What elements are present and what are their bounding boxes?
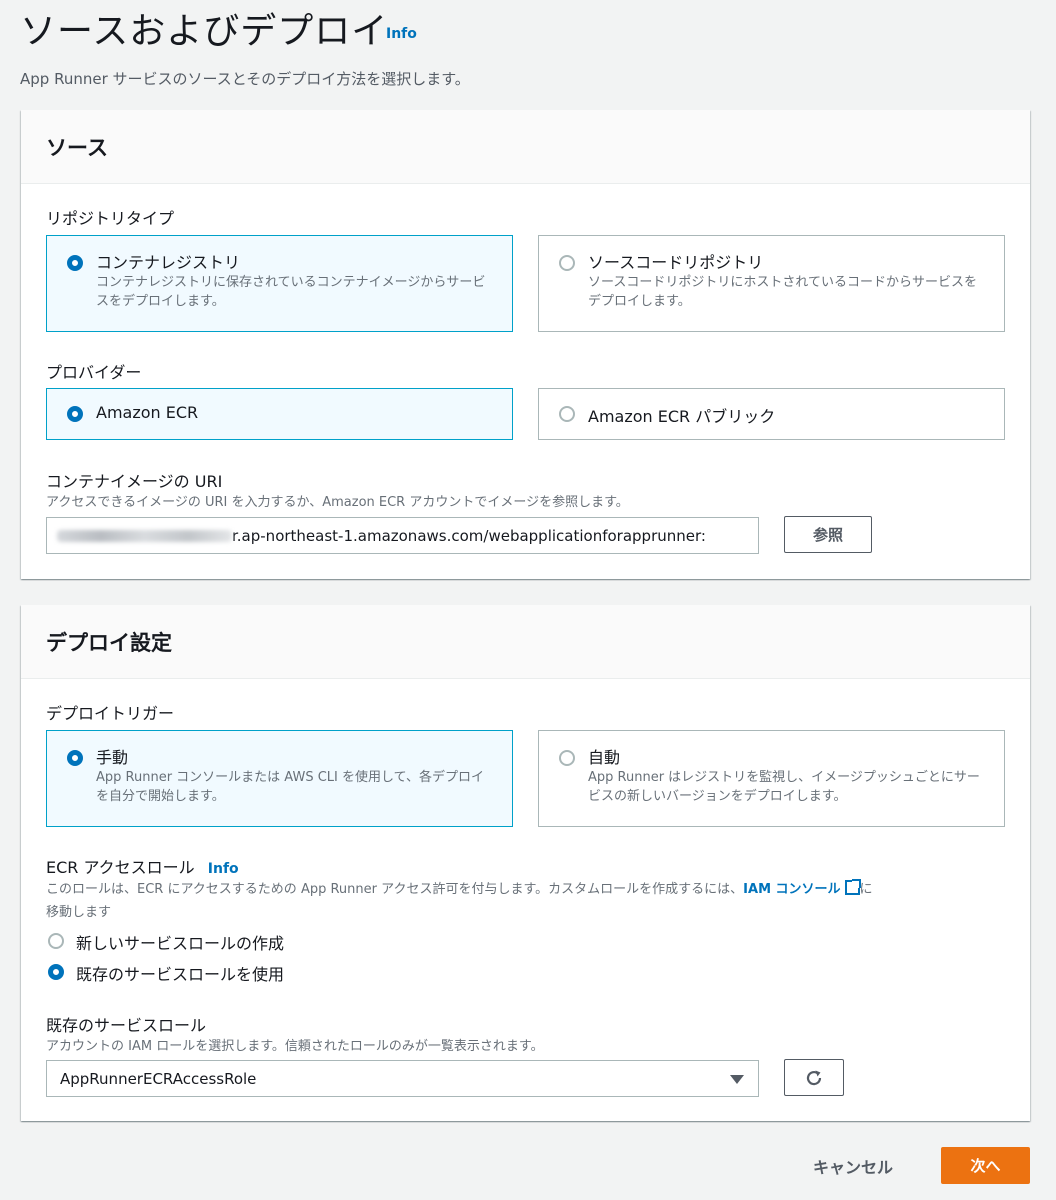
use-existing-role-radio[interactable] — [48, 964, 64, 980]
ecr-access-role-label: ECR アクセスロール Info — [46, 854, 239, 878]
page-description: App Runner サービスのソースとそのデプロイ方法を選択します。 — [20, 70, 470, 88]
existing-role-label: 既存のサービスロール — [46, 1016, 207, 1035]
manual-desc: App Runner コンソールまたは AWS CLI を使用して、各デプロイを… — [96, 770, 484, 804]
manual-radio[interactable] — [67, 750, 83, 766]
ecr-role-desc-suffix: に — [859, 882, 873, 897]
image-uri-input[interactable]: r.ap-northeast-1.amazonaws.com/webapplic… — [46, 517, 759, 554]
provider-label: プロバイダー — [46, 363, 142, 382]
source-code-title: ソースコードリポジトリ — [588, 253, 764, 272]
use-existing-role-option[interactable]: 既存のサービスロールを使用 — [46, 961, 446, 984]
image-uri-label: コンテナイメージの URI — [46, 472, 223, 491]
amazon-ecr-title: Amazon ECR — [96, 403, 199, 422]
redacted-account-id — [57, 529, 232, 542]
existing-role-desc: アカウントの IAM ロールを選択します。信頼されたロールのみが一覧表示されます… — [46, 1039, 544, 1054]
trigger-manual-tile[interactable]: 手動 App Runner コンソールまたは AWS CLI を使用して、各デプ… — [46, 730, 513, 827]
automatic-radio[interactable] — [559, 750, 575, 766]
create-new-role-label: 新しいサービスロールの作成 — [76, 934, 285, 953]
source-code-radio[interactable] — [559, 255, 575, 271]
deploy-settings-heading: デプロイ設定 — [21, 605, 1030, 679]
external-link-icon — [844, 879, 861, 895]
ecr-role-info-link[interactable]: Info — [208, 861, 239, 877]
dropdown-caret-icon — [730, 1075, 744, 1084]
manual-title: 手動 — [96, 748, 129, 767]
source-heading: ソース — [21, 110, 1030, 184]
page-title: ソースおよびデプロイ — [20, 11, 389, 52]
deploy-settings-panel: デプロイ設定 デプロイトリガー 手動 App Runner コンソールまたは A… — [21, 605, 1030, 1121]
source-code-desc: ソースコードリポジトリにホストされているコードからサービスをデプロイします。 — [588, 275, 977, 309]
source-panel: ソース リポジトリタイプ コンテナレジストリ コンテナレジストリに保存されている… — [21, 110, 1030, 579]
use-existing-role-label: 既存のサービスロールを使用 — [76, 965, 285, 984]
provider-amazon-ecr-public-tile[interactable]: Amazon ECR パブリック — [538, 388, 1005, 440]
iam-console-link-text: IAM コンソール — [743, 882, 841, 897]
browse-button[interactable]: 参照 — [784, 516, 872, 553]
provider-amazon-ecr-tile[interactable]: Amazon ECR — [46, 388, 513, 440]
image-uri-desc: アクセスできるイメージの URI を入力するか、Amazon ECR アカウント… — [46, 495, 629, 510]
automatic-title: 自動 — [588, 748, 621, 767]
image-uri-value: r.ap-northeast-1.amazonaws.com/webapplic… — [232, 526, 706, 545]
ecr-access-role-desc: このロールは、ECR にアクセスするための App Runner アクセス許可を… — [46, 878, 1006, 924]
repo-type-container-registry-tile[interactable]: コンテナレジストリ コンテナレジストリに保存されているコンテナイメージからサービ… — [46, 235, 513, 332]
amazon-ecr-public-title: Amazon ECR パブリック — [588, 407, 776, 426]
amazon-ecr-public-radio[interactable] — [559, 406, 575, 422]
ecr-access-role-text: ECR アクセスロール — [46, 858, 195, 877]
container-registry-desc: コンテナレジストリに保存されているコンテナイメージからサービスをデプロイします。 — [96, 275, 486, 309]
create-new-role-option[interactable]: 新しいサービスロールの作成 — [46, 930, 446, 953]
title-info-link[interactable]: Info — [386, 26, 417, 42]
existing-role-value: AppRunnerECRAccessRole — [60, 1069, 257, 1088]
repo-type-label: リポジトリタイプ — [46, 209, 175, 228]
automatic-desc: App Runner はレジストリを監視し、イメージプッシュごとにサービスの新し… — [588, 770, 980, 804]
trigger-automatic-tile[interactable]: 自動 App Runner はレジストリを監視し、イメージプッシュごとにサービス… — [538, 730, 1005, 827]
container-registry-title: コンテナレジストリ — [96, 253, 241, 272]
create-new-role-radio[interactable] — [48, 933, 64, 949]
refresh-icon — [806, 1070, 822, 1085]
existing-role-select[interactable]: AppRunnerECRAccessRole — [46, 1060, 759, 1097]
ecr-role-desc-line2: 移動します — [46, 905, 112, 920]
amazon-ecr-radio[interactable] — [67, 406, 83, 422]
repo-type-source-code-tile[interactable]: ソースコードリポジトリ ソースコードリポジトリにホストされているコードからサービ… — [538, 235, 1005, 332]
next-button[interactable]: 次へ — [941, 1147, 1030, 1184]
container-registry-radio[interactable] — [67, 255, 83, 271]
ecr-role-desc-text: このロールは、ECR にアクセスするための App Runner アクセス許可を… — [46, 882, 744, 897]
deploy-trigger-label: デプロイトリガー — [46, 704, 175, 723]
refresh-button[interactable] — [784, 1059, 844, 1096]
cancel-button[interactable]: キャンセル — [813, 1154, 893, 1178]
iam-console-link[interactable]: IAM コンソール — [743, 879, 861, 897]
